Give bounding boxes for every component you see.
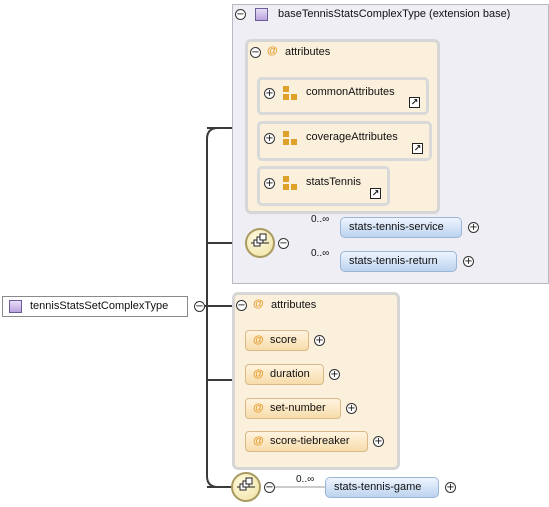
attribute-group-icon — [283, 176, 297, 190]
attribute-label: duration — [270, 368, 310, 380]
attribute-set-number[interactable]: @ set-number — [245, 398, 341, 419]
attribute-group-common[interactable]: + commonAttributes ↗ — [257, 77, 429, 115]
extension-collapse-toggle[interactable]: − — [235, 9, 246, 20]
attributes-label: attributes — [271, 299, 317, 311]
expand-toggle[interactable]: + — [463, 256, 474, 267]
sequence-collapse-toggle[interactable]: − — [278, 238, 289, 249]
root-type-label: tennisStatsSetComplexType — [30, 300, 169, 312]
attribute-score-tiebreaker[interactable]: @ score-tiebreaker — [245, 431, 368, 452]
expand-toggle[interactable]: + — [329, 369, 340, 380]
expand-toggle[interactable]: + — [373, 436, 384, 447]
attribute-group-label: commonAttributes — [306, 86, 395, 98]
sequence-compositor-icon[interactable] — [245, 228, 275, 258]
sequence-symbol-icon — [237, 477, 255, 491]
extension-base-label: baseTennisStatsComplexType (extension ba… — [278, 8, 511, 20]
expand-toggle[interactable]: + — [264, 88, 275, 99]
expand-toggle[interactable]: + — [445, 482, 456, 493]
spine — [206, 127, 219, 488]
cardinality-label: 0..∞ — [311, 248, 330, 259]
complex-type-icon — [255, 8, 268, 21]
root-collapse-toggle[interactable]: − — [194, 301, 205, 312]
attribute-icon: @ — [253, 402, 264, 414]
complex-type-icon — [9, 300, 22, 313]
attribute-group-label: statsTennis — [306, 176, 362, 188]
attribute-group-icon — [283, 131, 297, 145]
expand-toggle[interactable]: + — [264, 178, 275, 189]
attribute-icon: @ — [253, 435, 264, 447]
attribute-label: set-number — [270, 402, 326, 414]
attribute-score[interactable]: @ score — [245, 330, 309, 351]
sequence-collapse-toggle[interactable]: − — [264, 482, 275, 493]
extension-attributes-collapse-toggle[interactable]: − — [250, 47, 261, 58]
expand-toggle[interactable]: + — [314, 335, 325, 346]
expand-toggle[interactable]: + — [264, 133, 275, 144]
attribute-group-stats-tennis[interactable]: + statsTennis ↗ — [257, 166, 390, 206]
sequence-compositor-icon[interactable] — [231, 472, 261, 502]
cardinality-label: 0..∞ — [311, 214, 330, 225]
external-link-icon[interactable]: ↗ — [370, 188, 381, 199]
expand-toggle[interactable]: + — [346, 403, 357, 414]
external-link-icon[interactable]: ↗ — [409, 97, 420, 108]
attributes-collapse-toggle[interactable]: − — [236, 300, 247, 311]
sequence-symbol-icon — [251, 233, 269, 247]
element-stats-tennis-return[interactable]: stats-tennis-return — [340, 251, 457, 272]
attribute-icon: @ — [267, 45, 278, 57]
expand-toggle[interactable]: + — [468, 222, 479, 233]
attribute-group-label: coverageAttributes — [306, 131, 398, 143]
attribute-icon: @ — [253, 334, 264, 346]
external-link-icon[interactable]: ↗ — [412, 143, 423, 154]
element-stats-tennis-game[interactable]: stats-tennis-game — [325, 477, 439, 498]
attribute-label: score-tiebreaker — [270, 435, 350, 447]
attribute-duration[interactable]: @ duration — [245, 364, 324, 385]
attribute-label: score — [270, 334, 297, 346]
cardinality-label: 0..∞ — [296, 474, 315, 485]
attribute-icon: @ — [253, 368, 264, 380]
element-stats-tennis-service[interactable]: stats-tennis-service — [340, 217, 462, 238]
attribute-icon: @ — [253, 298, 264, 310]
root-type-box[interactable]: tennisStatsSetComplexType — [2, 296, 188, 317]
attribute-group-coverage[interactable]: + coverageAttributes ↗ — [257, 121, 432, 161]
extension-attributes-label: attributes — [285, 46, 331, 58]
attribute-group-icon — [283, 86, 297, 100]
